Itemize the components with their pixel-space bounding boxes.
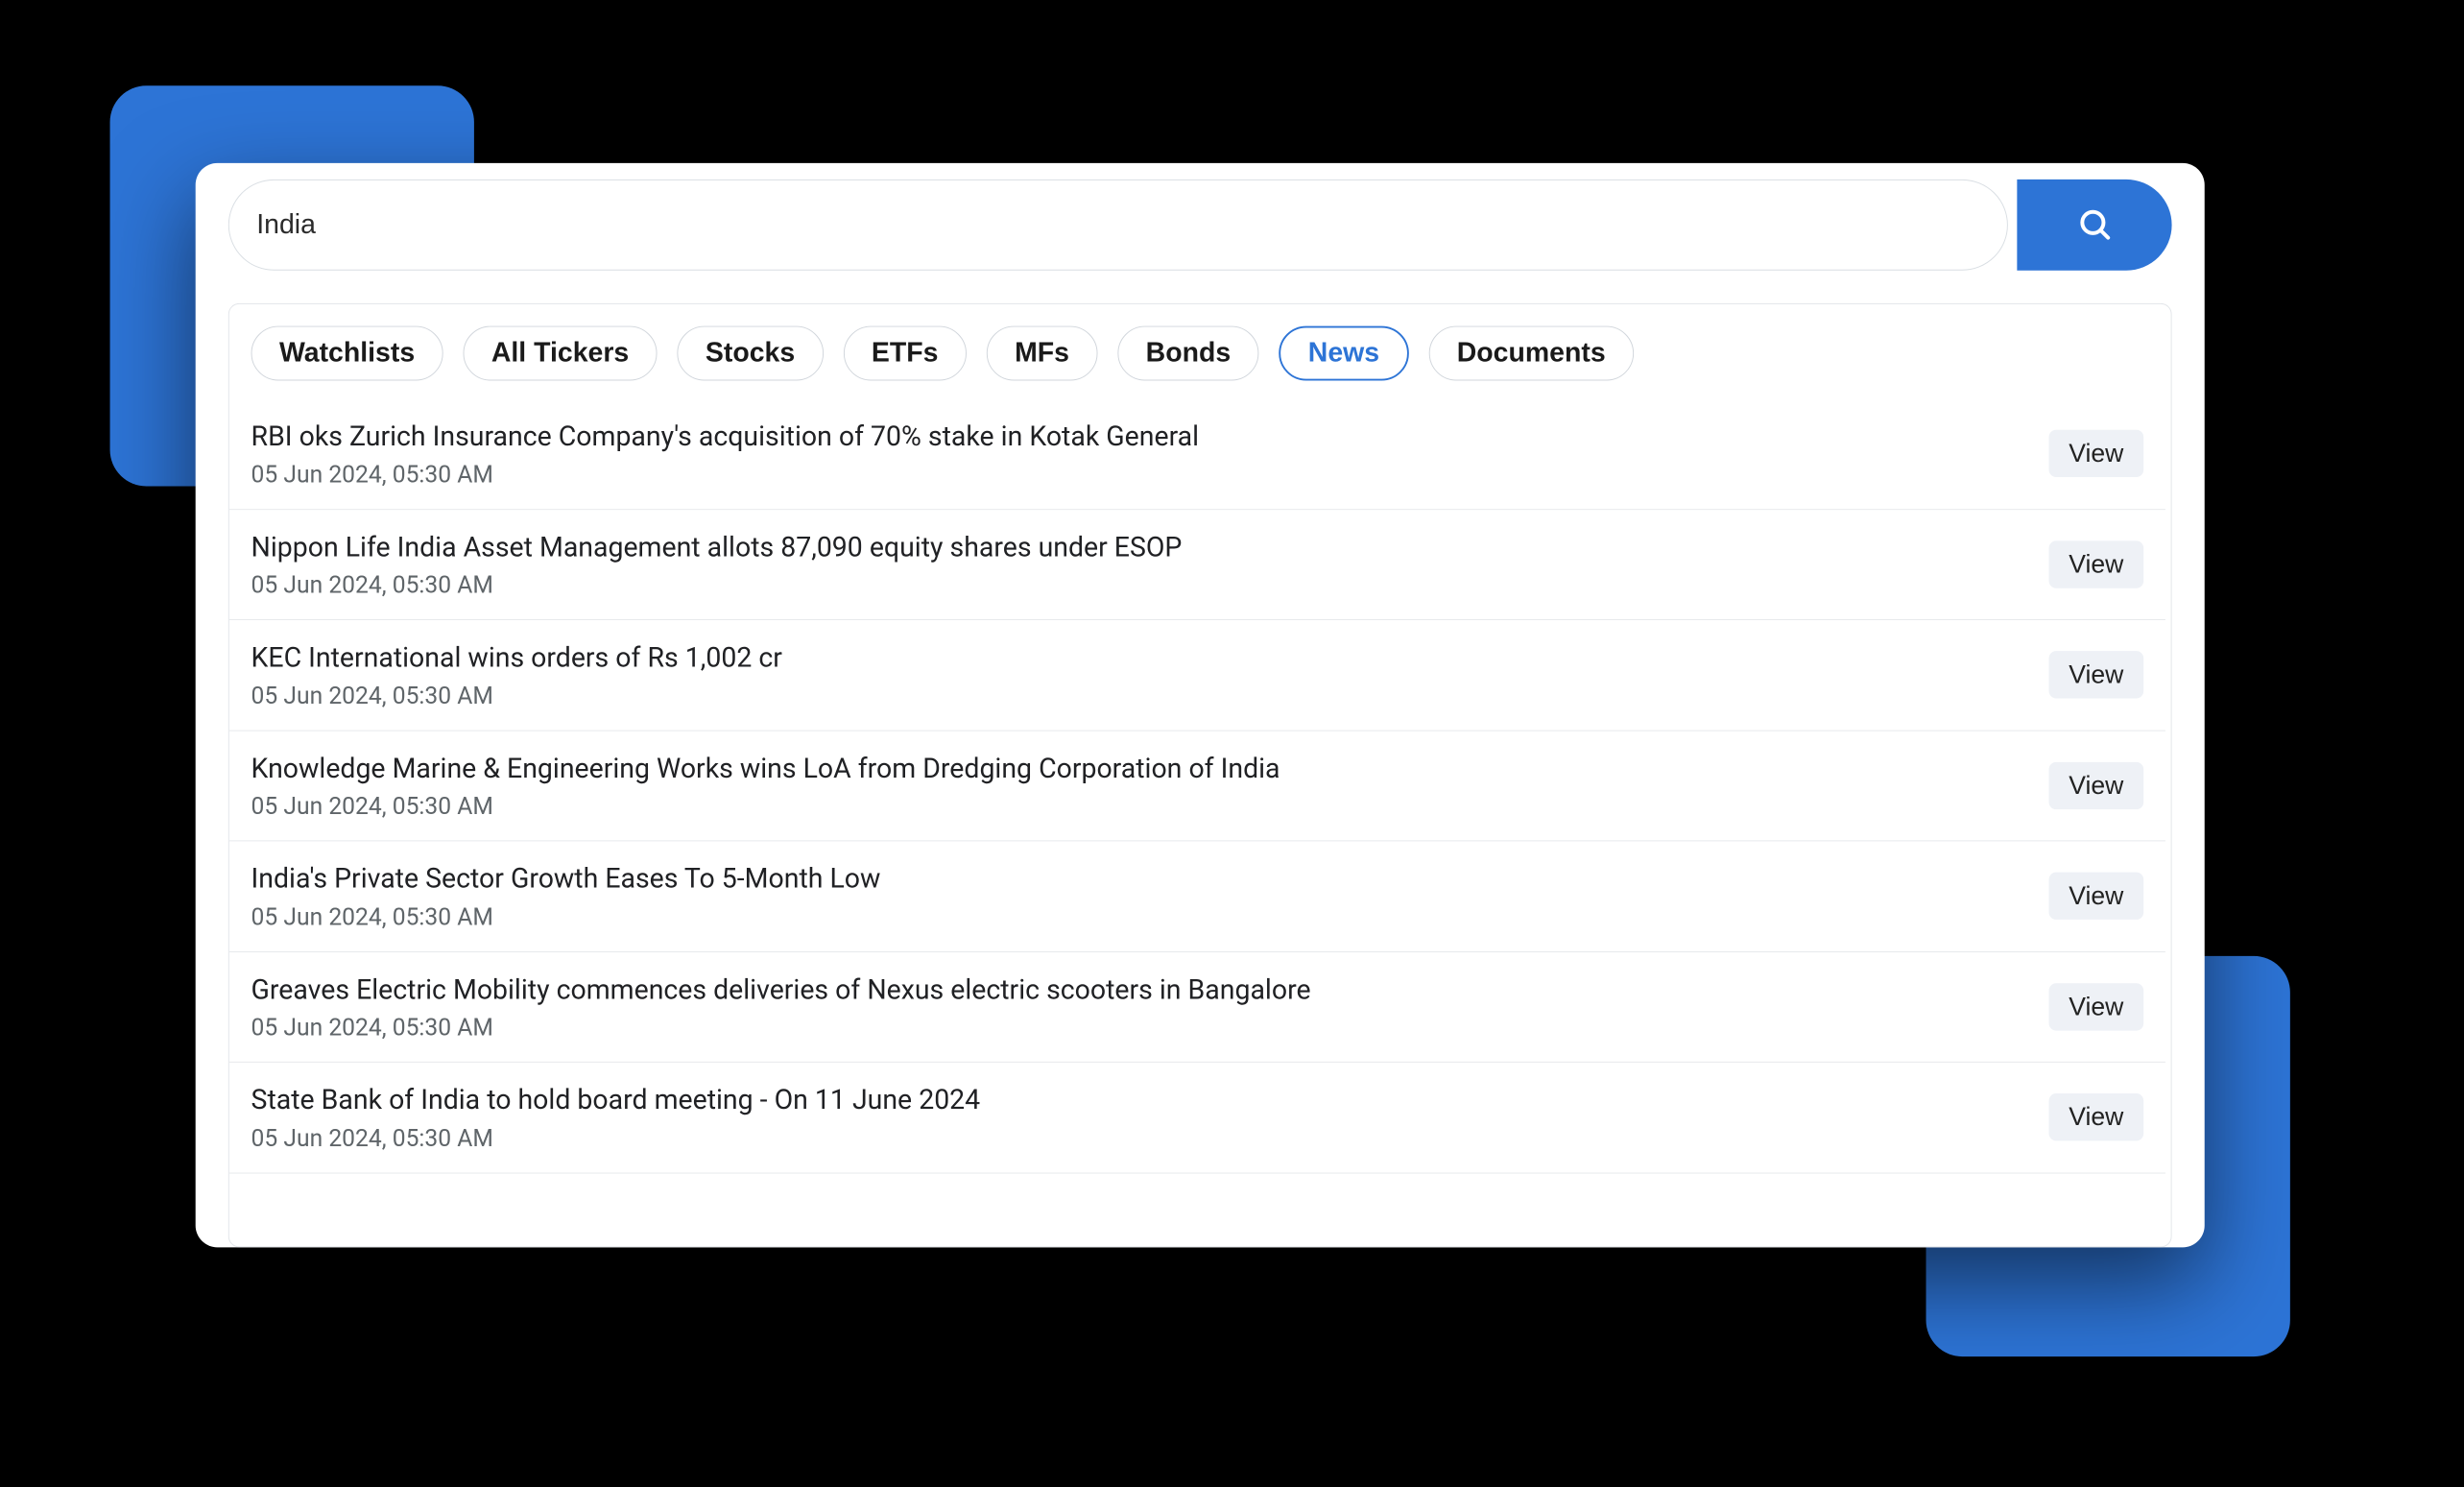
tab-label: MFs: [1015, 338, 1069, 369]
news-headline: Knowledge Marine & Engineering Works win…: [251, 751, 2031, 787]
view-button[interactable]: View: [2049, 1093, 2144, 1140]
tab-news[interactable]: News: [1280, 326, 1409, 381]
news-headline: India's Private Sector Growth Eases To 5…: [251, 861, 2031, 898]
view-button[interactable]: View: [2049, 651, 2144, 698]
tab-label: Bonds: [1146, 338, 1232, 369]
view-button[interactable]: View: [2049, 430, 2144, 477]
tab-label: News: [1308, 338, 1379, 369]
tab-label: Documents: [1457, 338, 1606, 369]
search-row: [228, 180, 2172, 271]
news-row: India's Private Sector Growth Eases To 5…: [229, 841, 2165, 951]
news-timestamp: 05 Jun 2024, 05:30 AM: [251, 903, 2031, 930]
news-row-text: RBI oks Zurich Insurance Company's acqui…: [251, 419, 2031, 489]
tab-stocks[interactable]: Stocks: [678, 326, 824, 381]
tab-bonds[interactable]: Bonds: [1117, 326, 1258, 381]
view-button[interactable]: View: [2049, 983, 2144, 1030]
stage: Watchlists All Tickers Stocks ETFs MFs Bonds N…: [32, 19, 2368, 1429]
news-row: Knowledge Marine & Engineering Works win…: [229, 731, 2165, 841]
view-button[interactable]: View: [2049, 762, 2144, 809]
tab-all-tickers[interactable]: All Tickers: [464, 326, 658, 381]
search-input[interactable]: [228, 180, 2008, 271]
tab-label: ETFs: [872, 338, 939, 369]
news-row-text: KEC International wins orders of Rs 1,00…: [251, 640, 2031, 710]
news-headline: RBI oks Zurich Insurance Company's acqui…: [251, 419, 2031, 455]
news-row-text: State Bank of India to hold board meetin…: [251, 1083, 2031, 1153]
tab-etfs[interactable]: ETFs: [844, 326, 967, 381]
news-timestamp: 05 Jun 2024, 05:30 AM: [251, 572, 2031, 599]
search-panel: Watchlists All Tickers Stocks ETFs MFs Bonds N…: [196, 163, 2205, 1247]
view-button[interactable]: View: [2049, 873, 2144, 920]
search-icon: [2076, 205, 2113, 245]
news-timestamp: 05 Jun 2024, 05:30 AM: [251, 1015, 2031, 1042]
tab-label: Stocks: [706, 338, 795, 369]
view-button[interactable]: View: [2049, 540, 2144, 588]
news-row: KEC International wins orders of Rs 1,00…: [229, 620, 2165, 731]
tab-mfs[interactable]: MFs: [987, 326, 1098, 381]
news-timestamp: 05 Jun 2024, 05:30 AM: [251, 793, 2031, 820]
tab-label: All Tickers: [491, 338, 629, 369]
news-headline: State Bank of India to hold board meetin…: [251, 1083, 2031, 1119]
news-timestamp: 05 Jun 2024, 05:30 AM: [251, 683, 2031, 709]
news-row: Greaves Electric Mobility commences deli…: [229, 952, 2165, 1063]
tab-label: Watchlists: [279, 338, 415, 369]
news-headline: Greaves Electric Mobility commences deli…: [251, 971, 2031, 1008]
news-row: RBI oks Zurich Insurance Company's acqui…: [229, 398, 2165, 509]
news-row-text: Greaves Electric Mobility commences deli…: [251, 971, 2031, 1042]
news-row-text: India's Private Sector Growth Eases To 5…: [251, 861, 2031, 931]
news-headline: Nippon Life India Asset Management allot…: [251, 530, 2031, 566]
news-row: Nippon Life India Asset Management allot…: [229, 510, 2165, 620]
news-timestamp: 05 Jun 2024, 05:30 AM: [251, 1125, 2031, 1152]
results-card: Watchlists All Tickers Stocks ETFs MFs Bonds N…: [228, 303, 2172, 1247]
news-row-text: Knowledge Marine & Engineering Works win…: [251, 751, 2031, 821]
news-timestamp: 05 Jun 2024, 05:30 AM: [251, 461, 2031, 488]
news-headline: KEC International wins orders of Rs 1,00…: [251, 640, 2031, 677]
tab-documents[interactable]: Documents: [1428, 326, 1634, 381]
news-row: State Bank of India to hold board meetin…: [229, 1063, 2165, 1173]
news-list[interactable]: RBI oks Zurich Insurance Company's acqui…: [229, 398, 2171, 1246]
tab-watchlists[interactable]: Watchlists: [251, 326, 443, 381]
search-button[interactable]: [2018, 180, 2172, 271]
news-row-text: Nippon Life India Asset Management allot…: [251, 530, 2031, 600]
filter-tabs: Watchlists All Tickers Stocks ETFs MFs Bonds N…: [229, 304, 2171, 399]
